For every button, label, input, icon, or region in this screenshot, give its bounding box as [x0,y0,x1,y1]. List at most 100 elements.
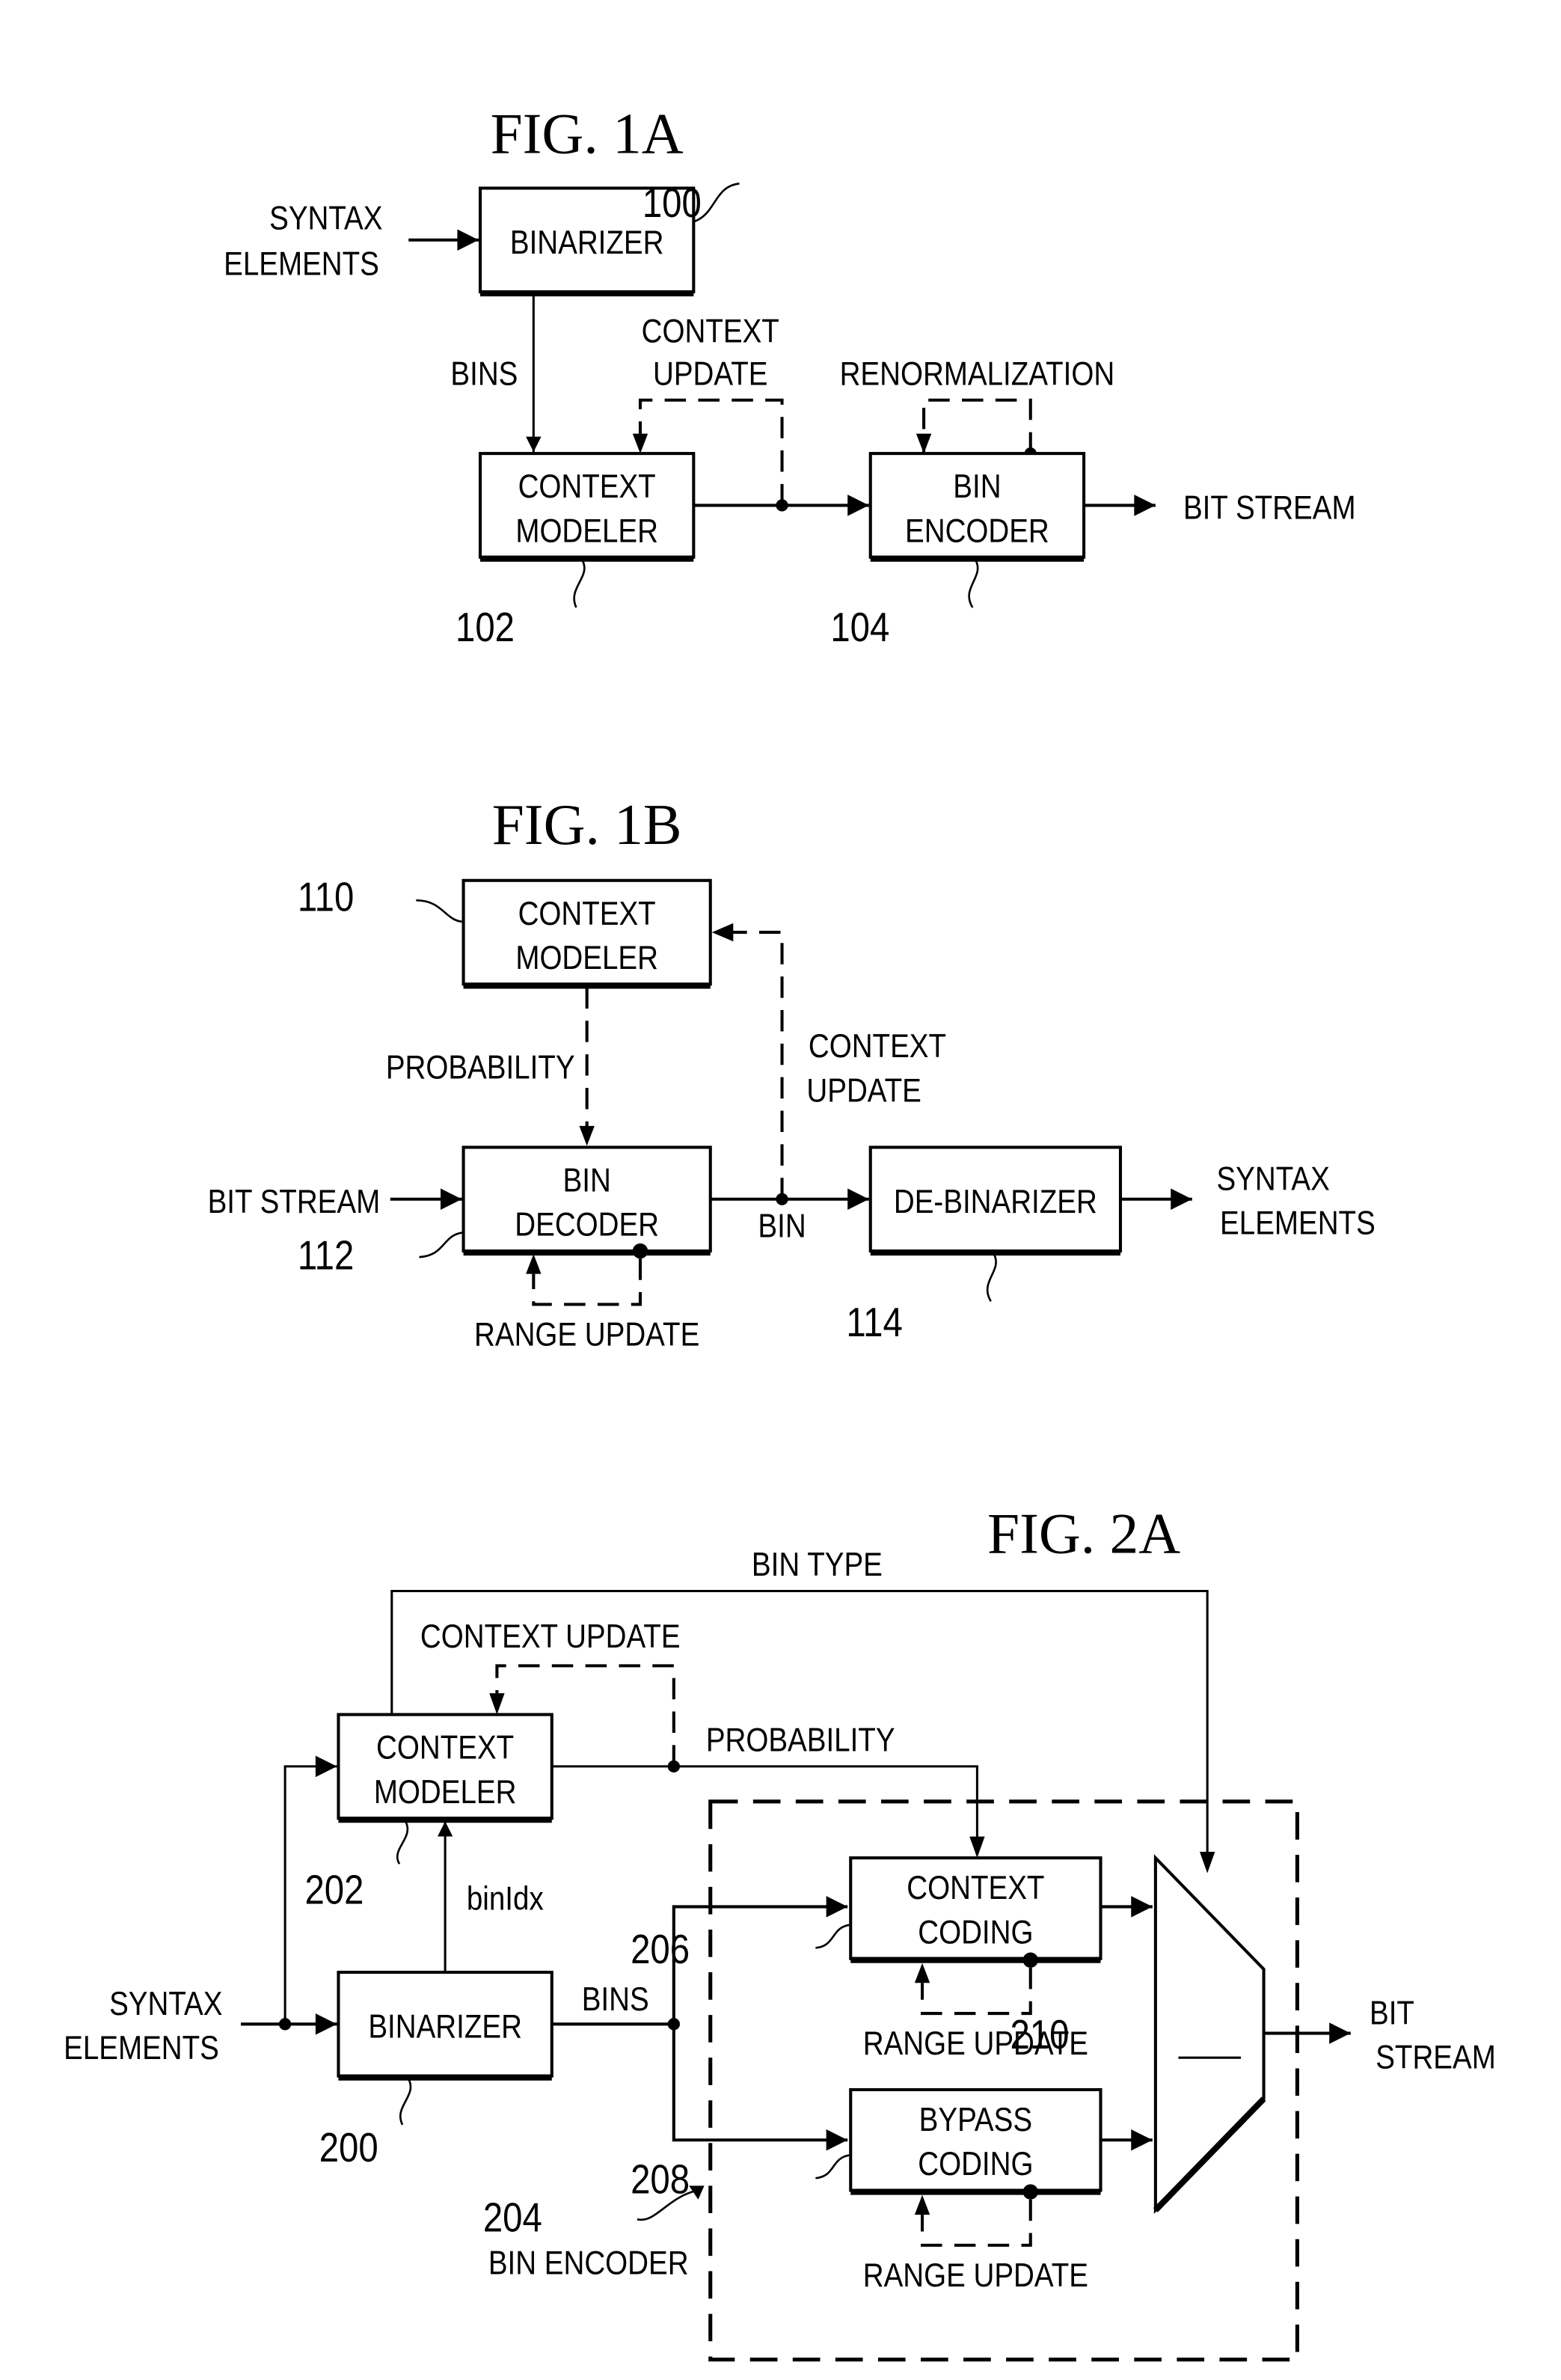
fig1a-renormalization-loop [922,398,1032,454]
fig1b-bin-decoder-ref: 112 [298,1232,354,1278]
fig2a-bypass-coding-block: BYPASS CODING [849,2087,1102,2195]
fig1a-bin-encoder-block: BIN ENCODER [868,452,1086,562]
fig1b-de-binarizer-block: DE-BINARIZER [868,1145,1123,1256]
fig2a-probability-label: PROBABILITY [706,1721,895,1758]
fig1a-context-update-label-line1: CONTEXT [642,312,779,349]
fig1b-context-modeler-label-line2: MODELER [515,938,658,976]
fig2a-bin-encoder-label: BIN ENCODER [488,2244,689,2281]
fig2a-bypass-coding-range-loop [921,2199,1032,2247]
fig2a-context-update-arrowhead [489,1693,505,1715]
figure-1b: FIG. 1B CONTEXT MODELER 110 PROBABILITY … [208,792,1376,1353]
fig1b-de-binarizer-ref: 114 [846,1300,902,1345]
fig2a-bypass-coding-label-line2: CODING [918,2144,1033,2182]
fig2a-bins-to-context-coding-arrow [672,1896,848,2025]
fig1a-renormalization-label: RENORMALIZATION [840,355,1115,392]
fig2a-context-modeler-label-line2: MODELER [374,1772,517,1810]
fig2a-context-modeler-block: CONTEXT MODELER [337,1713,553,1823]
figure-2a-title: FIG. 2A [987,1502,1180,1566]
fig2a-bypass-coding-label-line1: BYPASS [919,2100,1032,2138]
fig2a-bins-label: BINS [582,1980,649,2017]
fig2a-context-coding-leader [815,1924,850,1949]
fig1b-bin-decoder-block: BIN DECODER [461,1145,712,1256]
fig2a-binarizer-ref: 200 [319,2124,378,2170]
fig2a-probability-junction-dot [667,1760,680,1773]
fig1b-context-update-label-line2: UPDATE [806,1071,921,1109]
fig1b-context-modeler-leader [416,899,462,923]
fig2a-bypass-coding-range-dot [1022,2184,1038,2200]
figure-1b-title: FIG. 1B [492,792,682,857]
fig1b-bin-junction-dot [776,1193,788,1205]
fig1b-output-label-line1: SYNTAX [1216,1160,1329,1197]
fig1b-range-update-dot [632,1243,648,1259]
fig1b-context-update-label-line1: CONTEXT [809,1027,946,1064]
fig2a-probability-line [551,1765,978,1856]
fig1a-bin-encoder-ref: 104 [830,604,889,649]
fig2a-bin-type-arrowhead [1199,1852,1215,1873]
fig2a-context-coding-ref: 206 [631,1926,690,1971]
fig2a-binarizer-label: BINARIZER [368,2007,522,2045]
fig1a-junction-dot [776,499,788,512]
fig1b-bin-label: BIN [758,1207,806,1244]
fig2a-bypass-coding-range-arrowhead [914,2194,930,2215]
fig1a-context-update-label-line2: UPDATE [653,355,767,392]
fig1a-bin-encoder-label-line2: ENCODER [905,512,1049,549]
fig2a-output-label-line1: BIT [1370,1994,1414,2031]
fig2a-bin-type-label: BIN TYPE [752,1545,883,1582]
fig1b-range-update-loop [532,1258,643,1306]
fig1b-context-modeler-label-line1: CONTEXT [518,894,656,931]
fig2a-binidx-label: binIdx [467,1879,544,1917]
fig2a-context-coding-range-arrowhead [914,1963,930,1983]
fig2a-context-modeler-leader [396,1820,409,1865]
fig2a-bins-to-bypass-coding-arrow [672,2024,848,2151]
fig2a-context-coding-label-line2: CODING [918,1913,1033,1951]
fig2a-binarizer-block: BINARIZER [337,1971,553,2081]
fig1b-range-update-arrowhead [526,1254,542,1274]
fig1a-context-modeler-block: CONTEXT MODELER [478,452,696,562]
fig1b-input-label: BIT STREAM [208,1182,381,1220]
patent-figures-sheet: FIG. 1A SYNTAX ELEMENTS BINARIZER 100 BI… [64,102,1496,2362]
fig1b-probability-arrowhead [579,1125,595,1146]
fig2a-bypass-coding-leader [815,2154,850,2179]
fig1a-context-modeler-label-line2: MODELER [515,512,658,549]
fig2a-input-junction-dot [278,2018,292,2031]
fig1b-range-update-label: RANGE UPDATE [474,1315,699,1353]
fig2a-output-label-line2: STREAM [1376,2038,1496,2075]
fig1a-context-modeler-label-line1: CONTEXT [518,467,656,504]
fig1b-context-update-line [732,931,784,1199]
fig1b-bin-decoder-label-line2: DECODER [515,1205,659,1243]
figure-2a: FIG. 2A BIN TYPE CONTEXT UPDATE CONTEXT … [64,1502,1496,2362]
fig2a-binarizer-leader [399,2078,412,2126]
fig1b-bin-decoder-leader [419,1232,462,1258]
fig2a-context-coding-range-dot [1022,1952,1038,1968]
fig2a-probability-arrowhead [969,1836,985,1859]
fig1b-de-binarizer-label: DE-BINARIZER [894,1182,1097,1220]
figure-1a-title: FIG. 1A [491,102,684,166]
fig1b-context-modeler-block: CONTEXT MODELER [461,878,712,989]
fig2a-context-update-label: CONTEXT UPDATE [420,1617,681,1654]
fig1a-bin-encoder-leader [968,560,979,608]
fig2a-multiplexer-ref: 210 [1010,2012,1069,2058]
fig2a-context-modeler-label-line1: CONTEXT [376,1728,514,1766]
fig1b-bin-decoder-label-line1: BIN [563,1161,611,1199]
fig1b-de-binarizer-leader [986,1253,997,1302]
fig2a-context-coding-label-line1: CONTEXT [907,1868,1044,1906]
fig1a-bin-encoder-label-line1: BIN [953,467,1001,504]
fig2a-context-coding-range-loop [921,1967,1032,2016]
fig2a-context-coding-block: CONTEXT CODING [849,1856,1102,1963]
fig1a-binarizer-label: BINARIZER [510,223,664,260]
fig1a-bins-label: BINS [450,355,518,392]
fig1a-output-label: BIT STREAM [1183,489,1356,526]
fig1b-probability-label: PROBABILITY [386,1048,575,1086]
fig1a-input-label-line1: SYNTAX [269,199,382,236]
fig1a-renormalization-arrowhead [916,433,932,454]
fig2a-bin-encoder-ref: 204 [483,2194,542,2240]
fig1a-binarizer-ref: 100 [643,180,702,226]
fig1a-context-modeler-leader [573,560,586,608]
fig1a-context-update-arrowhead [632,433,648,454]
fig2a-context-modeler-ref: 202 [304,1867,364,1912]
fig1a-context-modeler-ref: 102 [456,604,515,649]
fig1a-input-label-line2: ELEMENTS [224,245,379,282]
fig1b-output-label-line2: ELEMENTS [1220,1204,1376,1241]
fig2a-bypass-coding-ref: 208 [631,2156,690,2202]
figure-1a: FIG. 1A SYNTAX ELEMENTS BINARIZER 100 BI… [224,102,1355,650]
